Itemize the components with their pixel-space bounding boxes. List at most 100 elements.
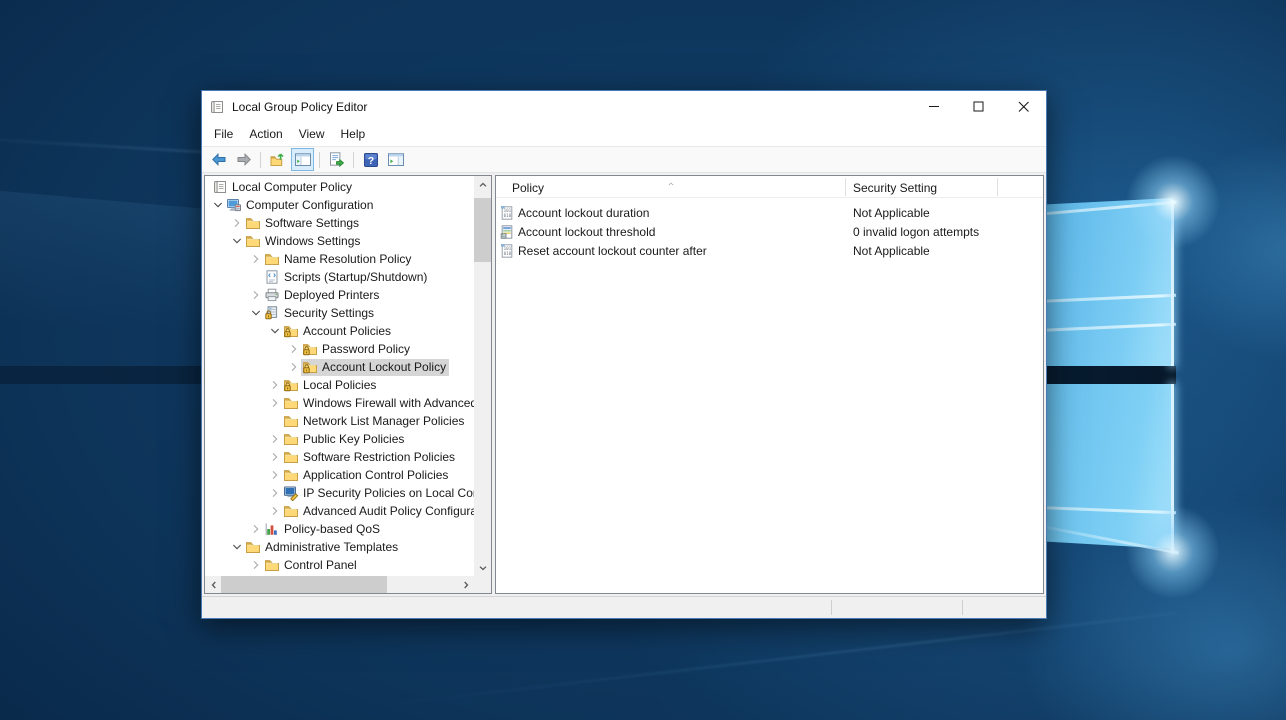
tree-item-label: Password Policy [322,341,410,358]
show-console-tree-button[interactable] [291,148,314,171]
chevron-down-icon[interactable] [230,540,244,554]
horizontal-scrollbar-thumb[interactable] [221,576,387,593]
tree-item-label: IP Security Policies on Local Computer [303,485,492,502]
computer-icon [226,197,242,213]
logo-right-edge [1171,384,1174,552]
title-bar[interactable]: Local Group Policy Editor [202,91,1046,123]
tree-node[interactable]: Software Restriction Policies [282,449,458,466]
expander-spacer [268,414,282,428]
chevron-down-icon[interactable] [230,234,244,248]
chevron-down-icon[interactable] [211,198,225,212]
menu-view[interactable]: View [291,123,333,146]
tree-item[interactable]: Security Settings [205,304,491,322]
tree-item[interactable]: Windows Firewall with Advanced Security [205,394,491,412]
tree-item[interactable]: Computer Configuration [205,196,491,214]
tree-item[interactable]: Account Lockout Policy [205,358,491,376]
chevron-right-icon[interactable] [268,432,282,446]
tree-item[interactable]: Windows Settings [205,232,491,250]
tree-node[interactable]: Control Panel [263,557,360,574]
tree-node[interactable]: Public Key Policies [282,431,407,448]
tree-node[interactable]: Account Policies [282,323,394,340]
scroll-right-button[interactable] [457,576,474,593]
column-header-security-setting[interactable]: Security Setting [845,176,997,198]
vertical-scrollbar-thumb[interactable] [474,198,491,262]
tree-node[interactable]: Policy-based QoS [263,521,383,538]
tree-item[interactable]: Software Restriction Policies [205,448,491,466]
tree-node[interactable]: Application Control Policies [282,467,451,484]
tree-item-label: Account Lockout Policy [322,359,446,376]
chevron-right-icon[interactable] [287,342,301,356]
list-row[interactable]: Account lockout threshold0 invalid logon… [496,223,1043,242]
tree-node[interactable]: Network List Manager Policies [282,413,467,430]
show-action-pane-button[interactable] [384,148,407,171]
scripts-icon [264,269,280,285]
maximize-button[interactable] [956,91,1001,122]
tree-item[interactable]: Control Panel [205,556,491,574]
tree-item[interactable]: Deployed Printers [205,286,491,304]
chevron-right-icon[interactable] [268,504,282,518]
tree-node[interactable]: IP Security Policies on Local Computer [282,485,492,502]
back-button[interactable] [207,148,230,171]
close-button[interactable] [1001,91,1046,122]
chevron-right-icon[interactable] [249,522,263,536]
up-one-level-button[interactable] [266,148,289,171]
scroll-down-button[interactable] [474,559,491,576]
help-button[interactable]: ? [359,148,382,171]
tree-item[interactable]: Network List Manager Policies [205,412,491,430]
tree-node[interactable]: Administrative Templates [244,539,401,556]
tree-item-label: Local Computer Policy [232,179,352,196]
chevron-right-icon[interactable] [230,216,244,230]
tree-node[interactable]: Advanced Audit Policy Configuration [282,503,492,520]
tree-item[interactable]: IP Security Policies on Local Computer [205,484,491,502]
tree-item[interactable]: Account Policies [205,322,491,340]
tree-node[interactable]: Computer Configuration [225,197,376,214]
chevron-right-icon[interactable] [249,288,263,302]
column-divider[interactable] [997,178,998,196]
scroll-left-button[interactable] [205,576,222,593]
menu-action[interactable]: Action [241,123,290,146]
chevron-right-icon[interactable] [268,468,282,482]
chevron-right-icon[interactable] [287,360,301,374]
chevron-right-icon[interactable] [249,252,263,266]
tree-node[interactable]: Account Lockout Policy [301,359,449,376]
tree-item[interactable]: Local Policies [205,376,491,394]
tree-node[interactable]: Windows Settings [244,233,363,250]
tree-item[interactable]: Name Resolution Policy [205,250,491,268]
tree-node[interactable]: Deployed Printers [263,287,382,304]
list-row[interactable]: 101010Account lockout durationNot Applic… [496,204,1043,223]
export-list-button[interactable] [325,148,348,171]
tree-item[interactable]: Local Computer Policy [205,178,491,196]
chevron-right-icon[interactable] [268,396,282,410]
list-row[interactable]: 101010Reset account lockout counter afte… [496,242,1043,261]
chevron-right-icon[interactable] [268,486,282,500]
tree-node[interactable]: Security Settings [263,305,377,322]
chevron-down-icon[interactable] [268,324,282,338]
chevron-down-icon[interactable] [249,306,263,320]
tree-horizontal-scrollbar[interactable] [205,576,474,593]
tree-item[interactable]: Scripts (Startup/Shutdown) [205,268,491,286]
chevron-right-icon[interactable] [268,378,282,392]
tree-node[interactable]: Windows Firewall with Advanced Security [282,395,492,412]
tree-node[interactable]: Scripts (Startup/Shutdown) [263,269,430,286]
tree-item[interactable]: Application Control Policies [205,466,491,484]
chevron-right-icon[interactable] [268,450,282,464]
chevron-right-icon[interactable] [249,558,263,572]
tree-node[interactable]: Name Resolution Policy [263,251,414,268]
tree-node[interactable]: Local Computer Policy [211,179,355,196]
tree-vertical-scrollbar[interactable] [474,176,491,576]
tree-node[interactable]: Software Settings [244,215,362,232]
tree-item[interactable]: Password Policy [205,340,491,358]
policy-list-pane: PolicySecurity Setting 101010Account loc… [495,175,1044,594]
forward-button[interactable] [232,148,255,171]
minimize-button[interactable] [911,91,956,122]
menu-file[interactable]: File [206,123,241,146]
tree-item[interactable]: Advanced Audit Policy Configuration [205,502,491,520]
tree-node[interactable]: Password Policy [301,341,413,358]
tree-item[interactable]: Public Key Policies [205,430,491,448]
tree-item[interactable]: Policy-based QoS [205,520,491,538]
tree-node[interactable]: Local Policies [282,377,379,394]
tree-item[interactable]: Administrative Templates [205,538,491,556]
menu-help[interactable]: Help [333,123,374,146]
tree-item[interactable]: Software Settings [205,214,491,232]
scroll-up-button[interactable] [474,176,491,193]
